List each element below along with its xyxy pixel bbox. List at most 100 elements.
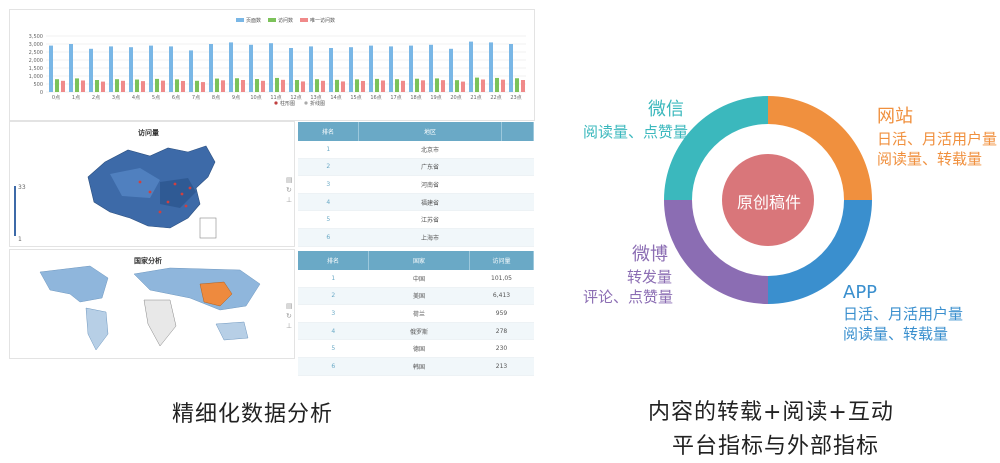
save-image-icon[interactable]: ▤: [286, 176, 293, 184]
bar[interactable]: [121, 80, 125, 92]
bar[interactable]: [229, 42, 233, 92]
country-col-visits[interactable]: 访问量: [469, 251, 534, 270]
region-row[interactable]: 5 江苏省: [298, 210, 534, 229]
chart-icon[interactable]: ⊥: [286, 196, 292, 204]
bar[interactable]: [415, 78, 419, 92]
bar[interactable]: [209, 44, 213, 92]
bar[interactable]: [455, 80, 459, 92]
bar[interactable]: [195, 80, 199, 92]
bar[interactable]: [349, 47, 353, 92]
bar[interactable]: [289, 48, 293, 92]
bar[interactable]: [301, 81, 305, 92]
bar[interactable]: [321, 80, 325, 92]
bar[interactable]: [381, 80, 385, 92]
bar[interactable]: [355, 79, 359, 92]
bar[interactable]: [235, 78, 239, 92]
country-col-rank[interactable]: 排名: [298, 251, 369, 270]
region-col-name[interactable]: 地区: [358, 122, 502, 141]
legend-label[interactable]: 页面数: [246, 17, 261, 24]
bar[interactable]: [401, 80, 405, 92]
legend-swatch[interactable]: [236, 18, 244, 22]
bar[interactable]: [295, 80, 299, 92]
country-row[interactable]: 4 俄罗斯 278: [298, 322, 534, 341]
bar[interactable]: [81, 80, 85, 92]
bar[interactable]: [75, 78, 79, 92]
region-row[interactable]: 4 福建省: [298, 193, 534, 212]
chart-type-dot[interactable]: [274, 101, 278, 105]
bar[interactable]: [475, 77, 479, 92]
save-image-icon-2[interactable]: ▤: [286, 302, 293, 310]
bar[interactable]: [109, 46, 113, 92]
bar[interactable]: [275, 77, 279, 92]
bar[interactable]: [409, 45, 413, 92]
bar[interactable]: [315, 79, 319, 92]
country-row[interactable]: 5 德国 230: [298, 339, 534, 358]
bar[interactable]: [501, 79, 505, 92]
bar[interactable]: [461, 81, 465, 92]
chart-icon-2[interactable]: ⊥: [286, 322, 292, 330]
country-row[interactable]: 6 韩国 213: [298, 357, 534, 376]
bar[interactable]: [515, 78, 519, 92]
bar[interactable]: [521, 80, 525, 92]
bar[interactable]: [115, 79, 119, 92]
bar[interactable]: [89, 48, 93, 92]
bar[interactable]: [181, 80, 185, 92]
bar[interactable]: [441, 80, 445, 92]
bar[interactable]: [341, 81, 345, 92]
bar[interactable]: [269, 43, 273, 92]
legend-label[interactable]: 唯一访问数: [310, 17, 335, 24]
bar[interactable]: [101, 81, 105, 92]
bar[interactable]: [421, 80, 425, 92]
country-col-name[interactable]: 国家: [368, 251, 470, 270]
bar[interactable]: [169, 46, 173, 92]
refresh-icon-2[interactable]: ↻: [286, 312, 292, 320]
bar[interactable]: [329, 48, 333, 92]
region-row[interactable]: 1 北京市: [298, 141, 534, 159]
bar[interactable]: [189, 50, 193, 92]
bar[interactable]: [389, 46, 393, 92]
bar[interactable]: [435, 78, 439, 92]
region-col-value[interactable]: [501, 122, 534, 141]
bar[interactable]: [149, 45, 153, 92]
bar[interactable]: [69, 44, 73, 92]
bar[interactable]: [221, 80, 225, 92]
legend-swatch[interactable]: [268, 18, 276, 22]
bar[interactable]: [129, 47, 133, 92]
bar[interactable]: [49, 45, 53, 92]
bar[interactable]: [201, 82, 205, 92]
bar[interactable]: [375, 78, 379, 92]
bar[interactable]: [161, 80, 165, 92]
bar[interactable]: [449, 48, 453, 92]
bar[interactable]: [469, 41, 473, 92]
bar[interactable]: [369, 45, 373, 92]
bar[interactable]: [55, 79, 59, 92]
bar[interactable]: [395, 79, 399, 92]
bar[interactable]: [241, 80, 245, 92]
bar[interactable]: [281, 79, 285, 92]
refresh-icon[interactable]: ↻: [286, 186, 292, 194]
legend-swatch[interactable]: [300, 18, 308, 22]
chart-type-label[interactable]: 柱形图: [280, 100, 295, 107]
bar[interactable]: [175, 79, 179, 92]
bar[interactable]: [155, 78, 159, 92]
bar[interactable]: [255, 79, 259, 92]
bar[interactable]: [489, 42, 493, 92]
country-row[interactable]: 1 中国 101,05: [298, 270, 534, 288]
bar[interactable]: [261, 80, 265, 92]
region-col-rank[interactable]: 排名: [298, 122, 359, 141]
chart-type-dot[interactable]: [304, 101, 308, 105]
bar[interactable]: [509, 44, 513, 92]
chart-type-label[interactable]: 折线图: [310, 100, 325, 107]
bar[interactable]: [215, 78, 219, 92]
bar[interactable]: [141, 81, 145, 92]
region-row[interactable]: 2 广东省: [298, 158, 534, 177]
country-row[interactable]: 3 荷兰 959: [298, 304, 534, 323]
legend-label[interactable]: 访问数: [278, 17, 293, 24]
bar[interactable]: [135, 79, 139, 92]
bar[interactable]: [95, 80, 99, 92]
bar[interactable]: [61, 80, 65, 92]
bar[interactable]: [361, 80, 365, 92]
region-row[interactable]: 3 河南省: [298, 175, 534, 194]
bar[interactable]: [429, 44, 433, 92]
country-row[interactable]: 2 美国 6,413: [298, 287, 534, 306]
